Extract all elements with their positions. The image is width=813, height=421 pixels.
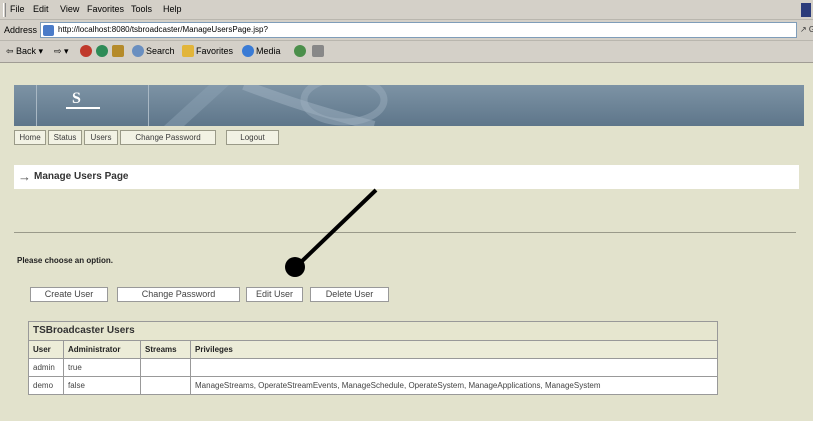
menu-help[interactable]: Help	[163, 4, 182, 14]
column-header-privileges: Privileges	[190, 340, 718, 359]
web-page: S Home Status Users Change Password Logo…	[0, 63, 813, 421]
address-input[interactable]: http://localhost:8080/tsbroadcaster/Mana…	[40, 22, 797, 38]
table-header-row: User Administrator Streams Privileges	[28, 340, 718, 359]
back-button[interactable]: ⇦ Back ▾	[6, 46, 43, 57]
site-banner: S	[14, 85, 804, 126]
options-prompt: Please choose an option.	[17, 256, 114, 265]
browser-window: File Edit View Favorites Tools Help Addr…	[0, 0, 813, 421]
column-header-administrator: Administrator	[63, 340, 141, 359]
windows-logo-icon	[801, 3, 811, 17]
search-button[interactable]: Search	[146, 46, 175, 56]
nav-change-password[interactable]: Change Password	[120, 130, 216, 145]
address-bar: Address http://localhost:8080/tsbroadcas…	[0, 20, 813, 41]
table-row[interactable]: demo false ManageStreams, OperateStreamE…	[28, 376, 718, 395]
nav-logout[interactable]: Logout	[226, 130, 279, 145]
mail-icon[interactable]	[312, 45, 324, 57]
cell-privileges: ManageStreams, OperateStreamEvents, Mana…	[190, 376, 718, 395]
media-button[interactable]: Media	[256, 46, 281, 56]
users-table: TSBroadcaster Users User Administrator S…	[28, 321, 718, 395]
page-icon	[43, 25, 54, 36]
address-url[interactable]: http://localhost:8080/tsbroadcaster/Mana…	[58, 25, 268, 34]
browser-toolbar: ⇦ Back ▾ ⇨ ▾ Search Favorites Media	[0, 41, 813, 63]
search-icon[interactable]	[132, 45, 144, 57]
page-title-bar: → Manage Users Page	[14, 165, 799, 189]
favorites-button[interactable]: Favorites	[196, 46, 233, 56]
nav-status[interactable]: Status	[48, 130, 82, 145]
cell-administrator: true	[63, 358, 141, 377]
cell-administrator: false	[63, 376, 141, 395]
menu-file[interactable]: File	[10, 4, 25, 14]
home-icon[interactable]	[112, 45, 124, 57]
cell-user: demo	[28, 376, 64, 395]
column-header-user: User	[28, 340, 64, 359]
menu-bar: File Edit View Favorites Tools Help	[0, 0, 813, 20]
users-table-title: TSBroadcaster Users	[28, 321, 718, 340]
column-header-streams: Streams	[140, 340, 191, 359]
forward-button[interactable]: ⇨ ▾	[54, 46, 69, 57]
address-label: Address	[4, 25, 38, 35]
cell-streams	[140, 376, 191, 395]
cell-privileges	[190, 358, 718, 377]
arrow-right-icon: →	[18, 169, 31, 184]
table-row[interactable]: admin true	[28, 358, 718, 377]
stop-icon[interactable]	[80, 45, 92, 57]
users-grid: User Administrator Streams Privileges ad…	[28, 340, 718, 395]
menu-view[interactable]: View	[60, 4, 79, 14]
media-icon[interactable]	[242, 45, 254, 57]
toolbar-grip[interactable]	[3, 3, 6, 17]
site-logo[interactable]: S	[72, 90, 81, 108]
page-title: Manage Users Page	[34, 171, 129, 182]
menu-tools[interactable]: Tools	[131, 4, 152, 14]
edit-user-button[interactable]: Edit User	[246, 287, 303, 302]
favorites-icon[interactable]	[182, 45, 194, 57]
logo-underline	[66, 107, 100, 109]
delete-user-button[interactable]: Delete User	[310, 287, 389, 302]
nav-home[interactable]: Home	[14, 130, 46, 145]
refresh-icon[interactable]	[96, 45, 108, 57]
menu-favorites[interactable]: Favorites	[87, 4, 124, 14]
divider	[14, 232, 796, 233]
create-user-button[interactable]: Create User	[30, 287, 108, 302]
go-button[interactable]: ↗ G	[800, 25, 813, 34]
history-icon[interactable]	[294, 45, 306, 57]
menu-edit[interactable]: Edit	[33, 4, 49, 14]
banner-graphic	[164, 85, 388, 126]
cell-user: admin	[28, 358, 64, 377]
nav-users[interactable]: Users	[84, 130, 118, 145]
cell-streams	[140, 358, 191, 377]
change-password-button[interactable]: Change Password	[117, 287, 240, 302]
